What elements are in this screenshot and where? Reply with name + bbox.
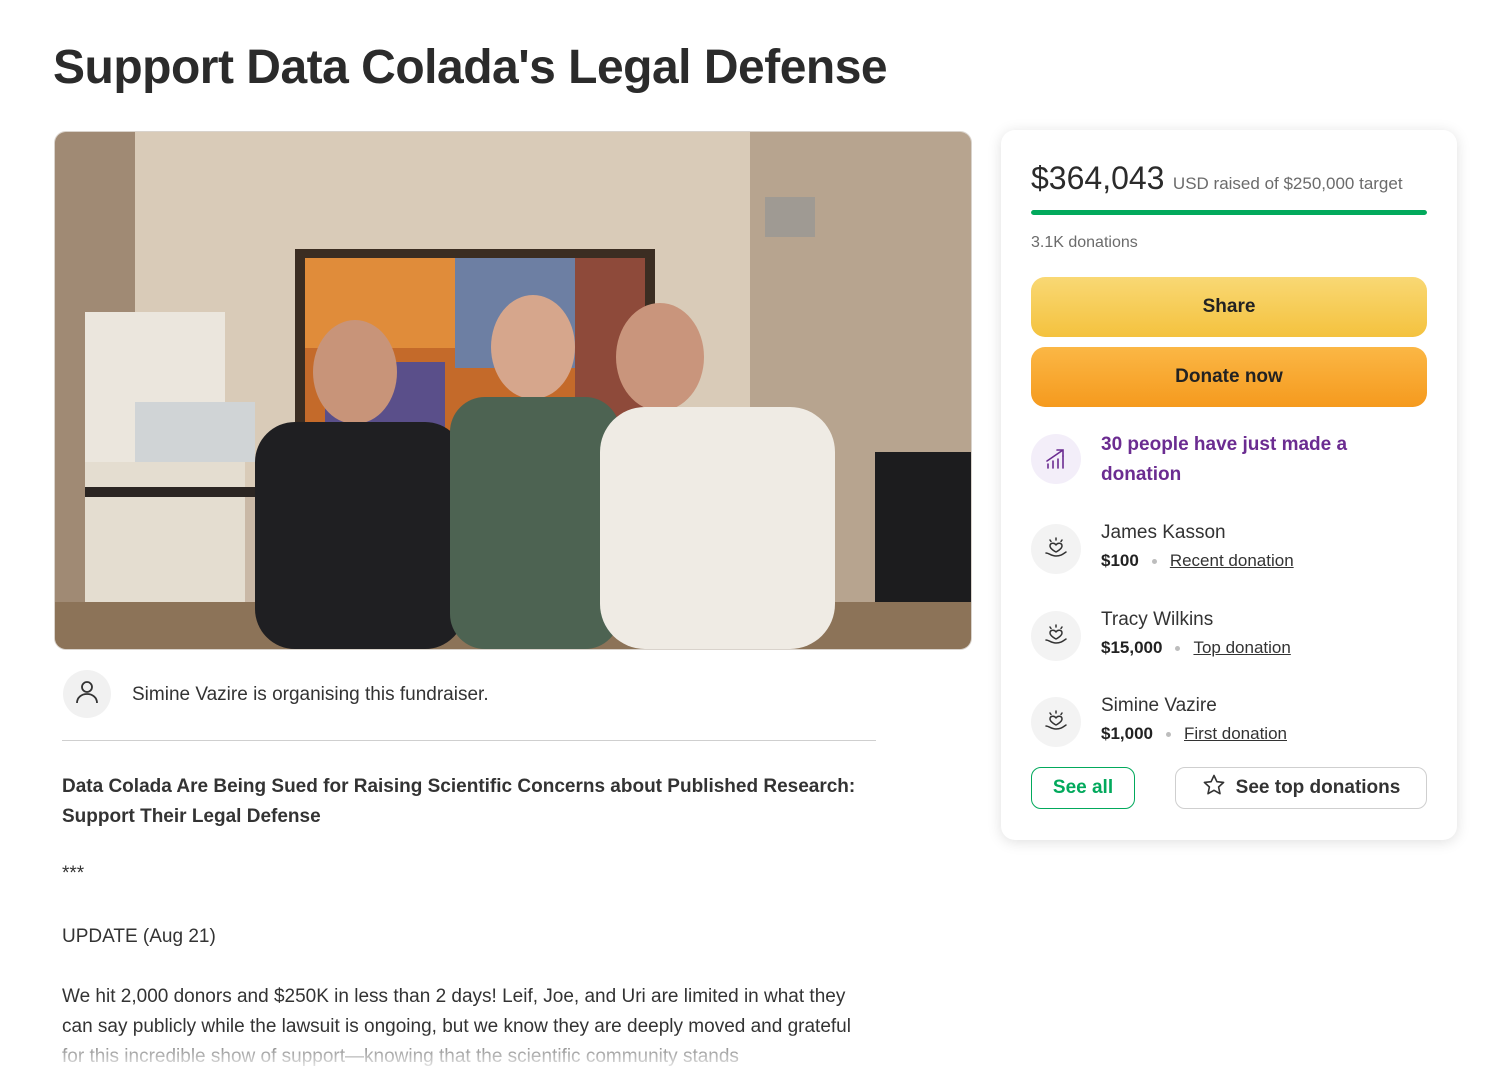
raised-target: USD raised of $250,000 target xyxy=(1172,174,1403,193)
separator-dot xyxy=(1166,731,1171,737)
fundraiser-photo[interactable] xyxy=(54,131,972,650)
recent-activity-text: 30 people have just made a donation xyxy=(1101,434,1348,485)
heart-hand-icon xyxy=(1031,697,1081,747)
see-top-donations-label: See top donations xyxy=(1235,777,1401,798)
donor-tag-link[interactable]: Top donation xyxy=(1193,638,1290,658)
organiser-avatar xyxy=(63,670,111,718)
donor-amount: $100 xyxy=(1101,551,1139,570)
donor-meta: $100 Recent donation xyxy=(1101,551,1294,571)
donor-tag-link[interactable]: Recent donation xyxy=(1170,551,1294,571)
divider xyxy=(62,740,876,741)
donor-name: Simine Vazire xyxy=(1101,695,1217,716)
donor-item: Simine Vazire $1,000 First donation xyxy=(1031,695,1427,755)
donor-amount: $15,000 xyxy=(1101,638,1163,657)
heart-hand-icon xyxy=(1031,611,1081,661)
fundraiser-photo-image xyxy=(55,132,971,649)
donor-item: Tracy Wilkins $15,000 Top donation xyxy=(1031,609,1427,669)
heart-hand-icon xyxy=(1031,524,1081,574)
raised-amount: $364,043 xyxy=(1031,160,1165,196)
donor-meta: $1,000 First donation xyxy=(1101,724,1287,744)
trend-up-icon xyxy=(1031,434,1081,484)
see-all-button[interactable]: See all xyxy=(1031,767,1135,809)
story-fade-overlay xyxy=(0,1035,900,1066)
progress-bar xyxy=(1031,210,1427,215)
donor-amount: $1,000 xyxy=(1101,724,1153,743)
story-heading: Data Colada Are Being Sued for Raising S… xyxy=(62,776,856,827)
donation-count: 3.1K donations xyxy=(1031,234,1138,251)
story: Data Colada Are Being Sued for Raising S… xyxy=(62,772,876,1072)
raised-summary: $364,043 USD raised of $250,000 target xyxy=(1031,160,1403,197)
story-separator: *** xyxy=(62,863,85,884)
donor-name: James Kasson xyxy=(1101,522,1226,543)
separator-dot xyxy=(1151,558,1157,564)
see-top-donations-button[interactable]: See top donations xyxy=(1175,767,1427,809)
organiser-row: Simine Vazire is organising this fundrai… xyxy=(63,670,876,740)
separator-dot xyxy=(1175,645,1181,651)
star-icon xyxy=(1202,773,1226,803)
person-icon xyxy=(74,679,100,710)
donate-now-button[interactable]: Donate now xyxy=(1031,347,1427,407)
progress-bar-fill xyxy=(1031,210,1427,215)
donor-item: James Kasson $100 Recent donation xyxy=(1031,522,1427,582)
donor-name: Tracy Wilkins xyxy=(1101,609,1214,630)
donation-card: $364,043 USD raised of $250,000 target 3… xyxy=(1001,130,1457,840)
share-button[interactable]: Share xyxy=(1031,277,1427,337)
page-title: Support Data Colada's Legal Defense xyxy=(53,41,888,94)
story-update-label: UPDATE (Aug 21) xyxy=(62,926,216,947)
donor-tag-link[interactable]: First donation xyxy=(1184,724,1287,744)
donor-meta: $15,000 Top donation xyxy=(1101,638,1291,658)
organiser-text: Simine Vazire is organising this fundrai… xyxy=(132,684,489,705)
